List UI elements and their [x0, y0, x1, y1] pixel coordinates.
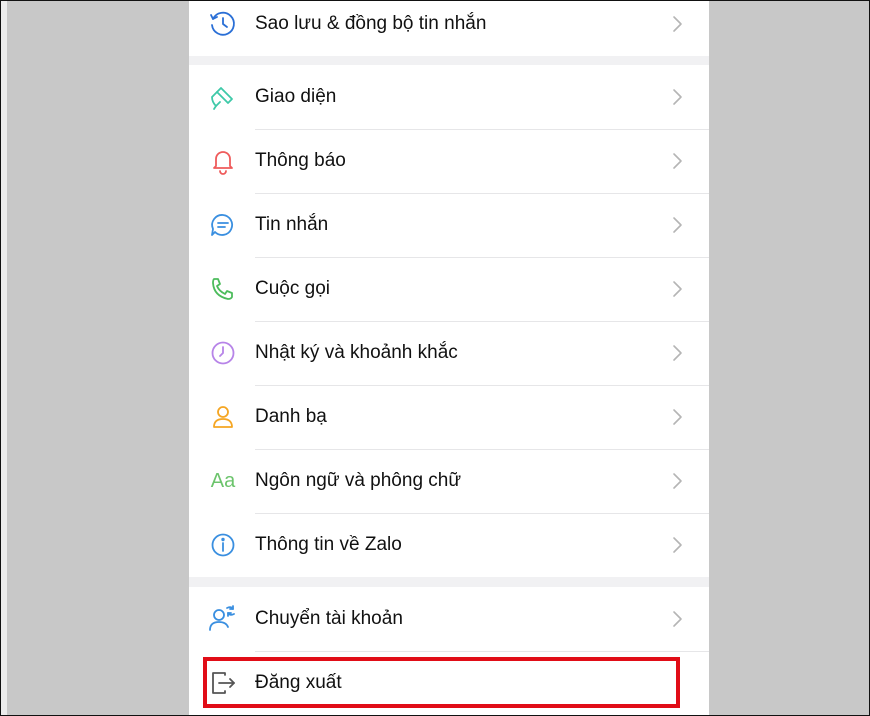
settings-item-label: Danh bạ	[255, 406, 327, 427]
settings-item-label: Chuyển tài khoản	[255, 608, 403, 629]
switch-account-icon	[207, 603, 239, 635]
chevron-right-icon	[673, 345, 682, 361]
left-gutter	[1, 0, 7, 716]
logout-icon	[207, 667, 239, 699]
settings-item-logout[interactable]: Đăng xuất	[189, 651, 709, 715]
settings-screen: Sao lưu & đồng bộ tin nhắn Giao diện Thô…	[189, 0, 709, 716]
settings-item-messages[interactable]: Tin nhắn	[189, 193, 709, 257]
section-separator	[189, 577, 709, 587]
backup-clock-icon	[207, 8, 239, 40]
chevron-right-icon	[673, 281, 682, 297]
chevron-right-icon	[673, 473, 682, 489]
settings-item-appearance[interactable]: Giao diện	[189, 65, 709, 129]
settings-item-language-font[interactable]: Aa Ngôn ngữ và phông chữ	[189, 449, 709, 513]
settings-item-backup-sync[interactable]: Sao lưu & đồng bộ tin nhắn	[189, 0, 709, 56]
chevron-right-icon	[673, 16, 682, 32]
chevron-right-icon	[673, 217, 682, 233]
settings-item-label: Cuộc gọi	[255, 278, 330, 299]
settings-item-label: Thông báo	[255, 150, 346, 171]
settings-item-label: Nhật ký và khoảnh khắc	[255, 342, 458, 363]
settings-item-label: Sao lưu & đồng bộ tin nhắn	[255, 13, 487, 34]
chevron-right-icon	[673, 611, 682, 627]
person-icon	[207, 401, 239, 433]
font-aa-icon: Aa	[207, 465, 239, 497]
settings-item-switch-account[interactable]: Chuyển tài khoản	[189, 587, 709, 651]
settings-item-label: Tin nhắn	[255, 214, 329, 235]
chat-bubble-icon	[207, 209, 239, 241]
font-aa-icon-text: Aa	[210, 469, 236, 492]
settings-item-notifications[interactable]: Thông báo	[189, 129, 709, 193]
section-separator	[189, 56, 709, 65]
chevron-right-icon	[673, 89, 682, 105]
paint-brush-icon	[207, 81, 239, 113]
settings-item-calls[interactable]: Cuộc gọi	[189, 257, 709, 321]
settings-item-diary-moments[interactable]: Nhật ký và khoảnh khắc	[189, 321, 709, 385]
settings-item-label: Đăng xuất	[255, 672, 342, 693]
settings-item-label: Thông tin về Zalo	[255, 534, 402, 555]
settings-item-label: Giao diện	[255, 86, 337, 107]
settings-item-about-zalo[interactable]: Thông tin về Zalo	[189, 513, 709, 577]
timeline-clock-icon	[207, 337, 239, 369]
settings-item-contacts[interactable]: Danh bạ	[189, 385, 709, 449]
chevron-right-icon	[673, 153, 682, 169]
phone-icon	[207, 273, 239, 305]
settings-item-label: Ngôn ngữ và phông chữ	[255, 470, 462, 491]
info-circle-icon	[207, 529, 239, 561]
bell-icon	[207, 145, 239, 177]
chevron-right-icon	[673, 537, 682, 553]
chevron-right-icon	[673, 409, 682, 425]
